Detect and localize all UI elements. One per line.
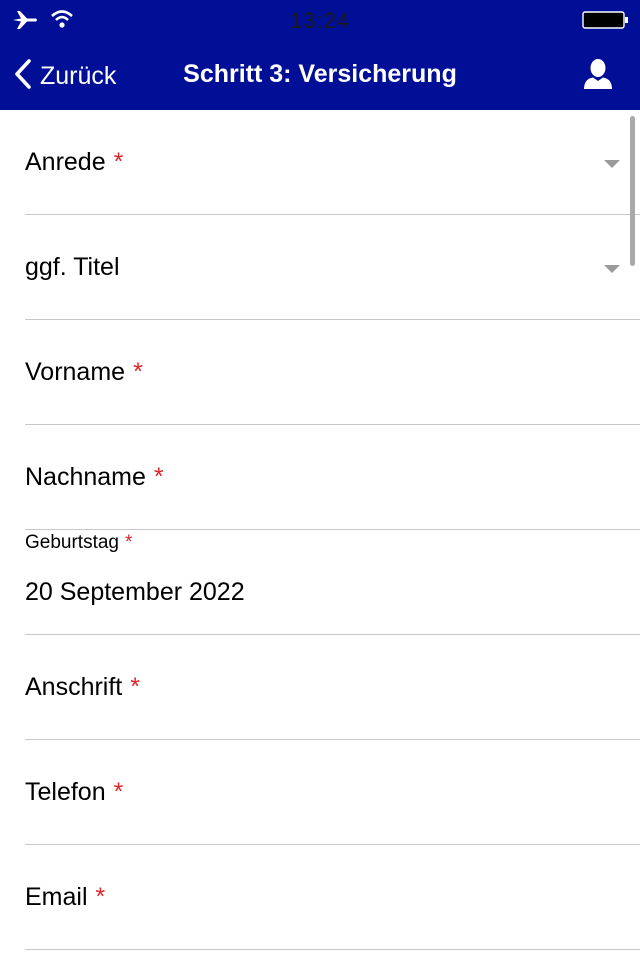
- first-name-field[interactable]: Vorname *: [25, 320, 640, 425]
- required-marker: *: [133, 358, 143, 386]
- address-field[interactable]: Anschrift *: [25, 635, 640, 740]
- chevron-left-icon: [14, 58, 32, 94]
- scrollbar[interactable]: [630, 116, 635, 266]
- field-label: Anschrift *: [25, 673, 140, 701]
- dropdown-caret-icon: [604, 160, 620, 168]
- status-bar: 13:24: [0, 0, 640, 40]
- email-field[interactable]: Email *: [25, 845, 640, 950]
- status-time: 13:24: [289, 8, 351, 33]
- field-label: Email *: [25, 883, 106, 911]
- birthday-field[interactable]: Geburtstag * 20 September 2022: [25, 530, 640, 635]
- field-label: ggf. Titel: [25, 253, 120, 281]
- required-marker: *: [153, 463, 164, 491]
- birthday-value: 20 September 2022: [25, 578, 245, 606]
- field-label: Nachname *: [25, 463, 164, 491]
- field-label: Vorname *: [25, 358, 143, 386]
- salutation-select[interactable]: Anrede *: [25, 110, 640, 215]
- title-select[interactable]: ggf. Titel: [25, 215, 640, 320]
- nav-bar: Zurück Schritt 3: Versicherung: [0, 40, 640, 110]
- field-label: Geburtstag *: [25, 532, 133, 553]
- required-marker: *: [113, 778, 124, 806]
- back-label: Zurück: [40, 61, 117, 90]
- field-label: Telefon *: [25, 778, 124, 806]
- insurance-form: Anrede * ggf. Titel Vorname * Nachname * Ge…: [0, 110, 640, 960]
- battery-icon: [582, 11, 630, 34]
- required-marker: *: [113, 148, 124, 176]
- required-marker: *: [95, 883, 106, 911]
- dropdown-caret-icon: [604, 265, 620, 273]
- user-icon[interactable]: [582, 58, 614, 92]
- required-marker: *: [130, 673, 140, 701]
- last-name-field[interactable]: Nachname *: [25, 425, 640, 530]
- field-label: Anrede *: [25, 148, 124, 176]
- required-marker: *: [125, 532, 133, 553]
- screen: 13:24 Zurück Schritt 3: Versicherung Anr…: [0, 0, 640, 960]
- phone-field[interactable]: Telefon *: [25, 740, 640, 845]
- back-button[interactable]: Zurück: [14, 58, 116, 94]
